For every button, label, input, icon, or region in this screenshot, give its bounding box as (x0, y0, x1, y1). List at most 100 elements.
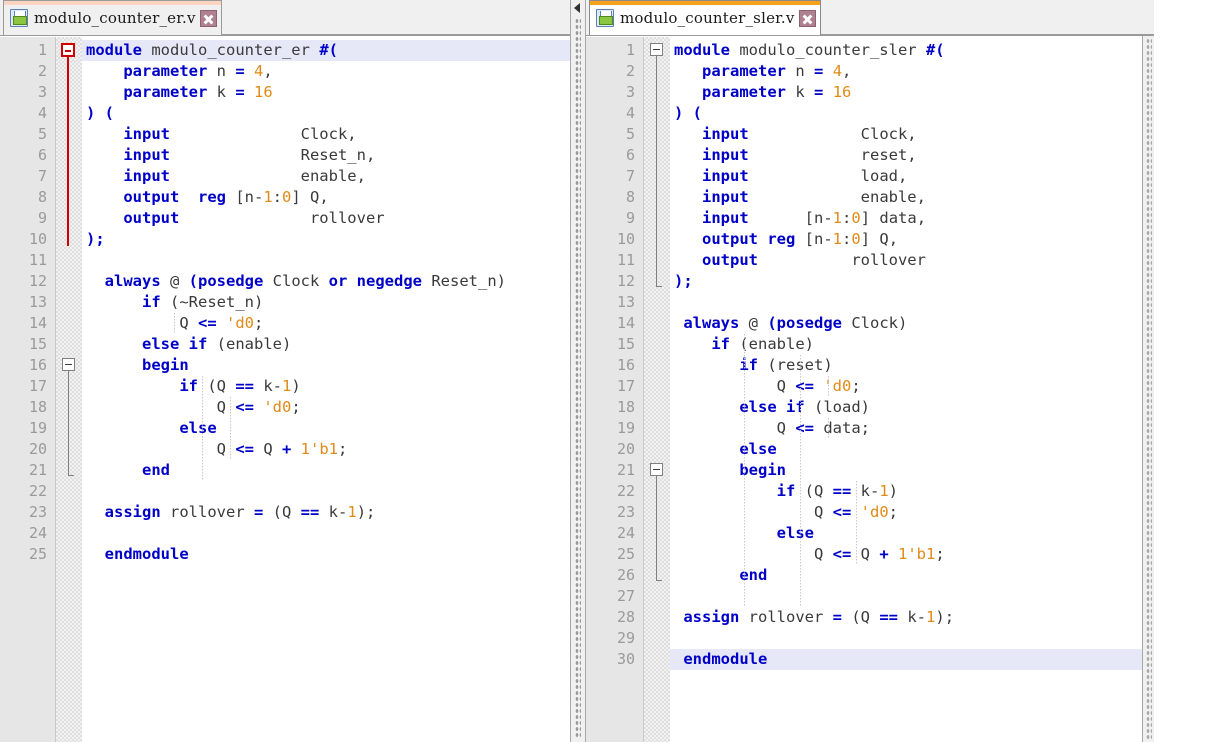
code-line[interactable]: input load, (670, 166, 1154, 187)
code-line[interactable]: input reset, (670, 145, 1154, 166)
close-icon[interactable] (200, 10, 217, 27)
fold-collapse-icon[interactable] (650, 463, 663, 476)
code-line[interactable]: parameter n = 4, (82, 61, 570, 82)
code-line[interactable]: if (reset) (670, 355, 1154, 376)
code-token: 1 (926, 608, 935, 626)
code-line[interactable]: Q <= 'd0; (82, 397, 570, 418)
line-number: 9 (0, 208, 47, 229)
code-token: parameter (123, 83, 207, 101)
right-editor-body[interactable]: 1234567891011121314151617181920212223242… (586, 36, 1154, 742)
code-token: (Q (842, 608, 879, 626)
code-line[interactable]: Q <= Q + 1'b1; (670, 544, 1154, 565)
code-line[interactable]: input Reset_n, (82, 145, 570, 166)
code-line[interactable]: input enable, (82, 166, 570, 187)
save-floppy-icon (596, 9, 614, 27)
code-line[interactable]: ); (670, 271, 1154, 292)
code-token (86, 461, 142, 479)
left-fold-column[interactable] (56, 37, 82, 742)
line-number: 10 (586, 229, 635, 250)
code-line[interactable] (82, 481, 570, 502)
code-line[interactable]: end (82, 460, 570, 481)
fold-collapse-icon[interactable] (62, 358, 75, 371)
code-line[interactable]: Q <= data; (670, 418, 1154, 439)
tab-modulo-counter-er[interactable]: modulo_counter_er.v (3, 0, 222, 35)
code-line[interactable]: assign rollover = (Q == k-1); (670, 607, 1154, 628)
splitter-grip[interactable] (575, 18, 581, 738)
code-line[interactable]: end (670, 565, 1154, 586)
code-line[interactable] (82, 523, 570, 544)
code-line[interactable]: endmodule (670, 649, 1154, 670)
code-line[interactable] (82, 250, 570, 271)
left-editor-body[interactable]: 1234567891011121314151617181920212223242… (0, 36, 570, 742)
code-token: 1 (263, 188, 272, 206)
right-fold-column[interactable] (644, 37, 670, 742)
code-token: : (842, 209, 851, 227)
code-line[interactable]: else (670, 523, 1154, 544)
collapse-left-arrow-icon[interactable] (574, 3, 580, 13)
code-line[interactable]: ) ( (82, 103, 570, 124)
code-line[interactable]: ); (82, 229, 570, 250)
line-number: 1 (0, 40, 47, 61)
code-line[interactable]: Q <= 'd0; (670, 502, 1154, 523)
code-line[interactable]: parameter n = 4, (670, 61, 1154, 82)
fold-collapse-icon[interactable] (650, 43, 663, 56)
code-line[interactable] (670, 292, 1154, 313)
code-line[interactable]: output rollover (670, 250, 1154, 271)
code-token: <= (833, 503, 852, 521)
code-token: rollover (161, 503, 254, 521)
right-edge-grip[interactable] (1146, 38, 1152, 740)
code-line[interactable]: Q <= 'd0; (82, 313, 570, 334)
code-token: = (235, 83, 244, 101)
code-token: enable, (170, 167, 366, 185)
fold-collapse-icon[interactable] (61, 43, 75, 57)
code-line[interactable]: else if (enable) (82, 334, 570, 355)
code-line[interactable]: if (Q == k-1) (670, 481, 1154, 502)
code-token: ; (935, 545, 944, 563)
code-line[interactable]: output reg [n-1:0] Q, (82, 187, 570, 208)
code-line[interactable]: Q <= Q + 1'b1; (82, 439, 570, 460)
code-line[interactable]: always @ (posedge Clock) (670, 313, 1154, 334)
left-code-area[interactable]: module modulo_counter_er #( parameter n … (82, 37, 570, 742)
code-token (86, 335, 142, 353)
code-token: Q (674, 503, 833, 521)
pane-splitter[interactable] (570, 0, 586, 742)
code-line[interactable]: ) ( (670, 103, 1154, 124)
code-line[interactable] (670, 586, 1154, 607)
code-token: ; (291, 398, 300, 416)
code-line[interactable]: if (enable) (670, 334, 1154, 355)
code-token: k- (319, 503, 347, 521)
code-line[interactable]: output reg [n-1:0] Q, (670, 229, 1154, 250)
code-line[interactable]: else (670, 439, 1154, 460)
code-line[interactable]: else if (load) (670, 397, 1154, 418)
right-code-area[interactable]: module modulo_counter_sler #( parameter … (670, 37, 1154, 742)
code-line[interactable]: assign rollover = (Q == k-1); (82, 502, 570, 523)
code-line[interactable]: begin (82, 355, 570, 376)
code-line[interactable]: input enable, (670, 187, 1154, 208)
code-token: output (702, 230, 758, 248)
code-line[interactable]: module modulo_counter_er #( (82, 40, 570, 61)
code-token: ) (889, 482, 898, 500)
save-floppy-icon (10, 9, 28, 27)
code-line[interactable]: Q <= 'd0; (670, 376, 1154, 397)
right-tab-strip-filler (821, 0, 1154, 35)
code-token (86, 167, 123, 185)
code-line[interactable]: else (82, 418, 570, 439)
right-edge-scroll-strip[interactable] (1142, 36, 1154, 742)
line-number: 28 (586, 607, 635, 628)
code-line[interactable]: output rollover (82, 208, 570, 229)
code-line[interactable]: input [n-1:0] data, (670, 208, 1154, 229)
code-line[interactable] (670, 628, 1154, 649)
code-line[interactable]: always @ (posedge Clock or negedge Reset… (82, 271, 570, 292)
code-line[interactable]: if (Q == k-1) (82, 376, 570, 397)
code-line[interactable]: begin (670, 460, 1154, 481)
code-line[interactable]: if (~Reset_n) (82, 292, 570, 313)
code-line[interactable]: input Clock, (82, 124, 570, 145)
code-line[interactable]: endmodule (82, 544, 570, 565)
code-token: (Q (263, 503, 300, 521)
close-icon[interactable] (799, 10, 816, 27)
tab-modulo-counter-sler[interactable]: modulo_counter_sler.v (589, 0, 821, 35)
code-line[interactable]: parameter k = 16 (82, 82, 570, 103)
code-line[interactable]: input Clock, (670, 124, 1154, 145)
code-line[interactable]: module modulo_counter_sler #( (670, 40, 1154, 61)
code-line[interactable]: parameter k = 16 (670, 82, 1154, 103)
